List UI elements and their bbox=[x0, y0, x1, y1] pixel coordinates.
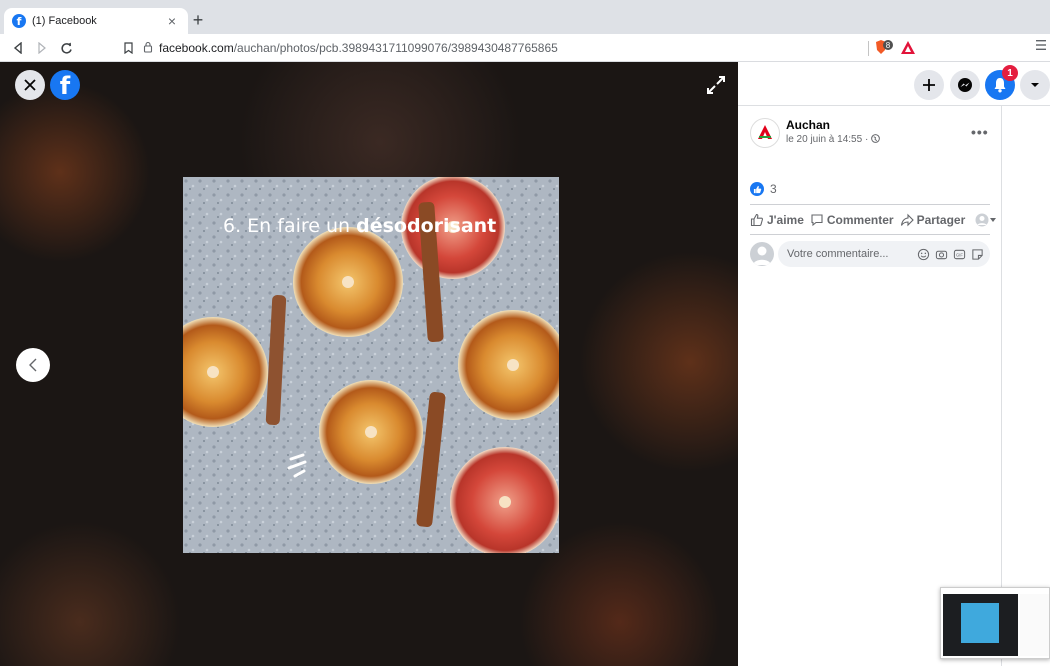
messenger-button[interactable] bbox=[950, 70, 980, 100]
new-tab-button[interactable]: + bbox=[190, 10, 206, 30]
like-reaction-icon bbox=[750, 182, 764, 196]
account-menu-button[interactable] bbox=[1020, 70, 1050, 100]
brave-badge: 8 bbox=[886, 41, 891, 50]
post-sidebar: Auchan le 20 juin à 14:55 · ••• 3 J'aime… bbox=[738, 62, 1050, 666]
camera-icon[interactable] bbox=[935, 248, 948, 261]
actions-divider bbox=[750, 234, 990, 235]
tab-facebook[interactable]: f (1) Facebook × bbox=[4, 8, 188, 34]
tab-strip: f (1) Facebook × + bbox=[0, 0, 1050, 34]
forward-button[interactable] bbox=[32, 38, 52, 58]
notification-count-badge: 1 bbox=[1002, 65, 1018, 81]
post-timestamp[interactable]: le 20 juin à 14:55 · bbox=[786, 134, 880, 145]
globe-icon bbox=[871, 134, 880, 143]
thumbnail-photo bbox=[961, 603, 999, 643]
reload-button[interactable] bbox=[56, 38, 76, 58]
reload-icon bbox=[60, 42, 72, 54]
comment-placeholder: Votre commentaire... bbox=[787, 248, 889, 260]
brave-rewards-button[interactable] bbox=[900, 40, 916, 56]
back-button[interactable] bbox=[8, 38, 28, 58]
comment-icon bbox=[811, 214, 823, 227]
thumbnail-sidebar bbox=[1020, 594, 1049, 656]
post-actions: J'aime Commenter Partager bbox=[750, 210, 997, 230]
hamburger-menu-icon bbox=[1036, 40, 1046, 50]
close-viewer-button[interactable] bbox=[15, 70, 45, 100]
auchan-avatar[interactable] bbox=[750, 118, 780, 148]
photo-viewer: f 6. En faire un désodorisant bbox=[0, 62, 738, 666]
comment-button[interactable]: Commenter bbox=[810, 213, 894, 227]
plus-icon bbox=[923, 79, 935, 91]
facebook-favicon-icon: f bbox=[12, 14, 26, 28]
bookmark-button[interactable] bbox=[118, 38, 138, 58]
browser-window: f (1) Facebook × + facebook.com/auchan/p… bbox=[0, 0, 1050, 666]
post-photo: 6. En faire un désodorisant bbox=[183, 177, 559, 553]
tab-close-icon[interactable]: × bbox=[164, 13, 180, 29]
close-icon bbox=[24, 79, 36, 91]
svg-text:GIF: GIF bbox=[956, 252, 963, 257]
react-as-selector[interactable] bbox=[975, 213, 997, 227]
comment-composer: Votre commentaire... GIF bbox=[750, 241, 990, 267]
like-label: J'aime bbox=[767, 213, 804, 227]
facebook-logo-icon[interactable]: f bbox=[50, 70, 80, 100]
share-label: Partager bbox=[916, 213, 966, 227]
brave-shields-button[interactable]: 8 bbox=[874, 39, 894, 57]
toolbar-separator bbox=[868, 41, 869, 56]
post-timestamp-text: le 20 juin à 14:55 · bbox=[786, 134, 872, 145]
create-button[interactable] bbox=[914, 70, 944, 100]
like-button[interactable]: J'aime bbox=[750, 213, 804, 227]
photo-caption-plain: 6. En faire un bbox=[223, 215, 357, 237]
photo-caption: 6. En faire un désodorisant bbox=[223, 215, 496, 237]
tab-title: (1) Facebook bbox=[32, 15, 97, 27]
comment-label: Commenter bbox=[826, 213, 894, 227]
caret-down-icon bbox=[1031, 83, 1039, 87]
forward-icon bbox=[38, 42, 46, 54]
share-arrow-icon bbox=[900, 213, 914, 227]
chevron-left-icon bbox=[29, 358, 37, 372]
post-header: Auchan le 20 juin à 14:55 · bbox=[750, 118, 990, 154]
page-name-link[interactable]: Auchan bbox=[786, 118, 830, 132]
fullscreen-button[interactable] bbox=[705, 74, 727, 96]
emoji-icon[interactable] bbox=[917, 248, 930, 261]
sticker-icon[interactable] bbox=[971, 248, 984, 261]
auchan-logo-icon bbox=[758, 125, 772, 139]
reaction-count: 3 bbox=[770, 182, 777, 196]
sidebar-divider bbox=[1001, 106, 1002, 666]
messenger-icon bbox=[958, 78, 972, 92]
user-avatar[interactable] bbox=[750, 242, 774, 266]
back-icon bbox=[13, 42, 22, 54]
thumbs-up-icon bbox=[750, 213, 763, 227]
screenshot-thumbnail[interactable] bbox=[940, 587, 1050, 659]
comment-input[interactable]: Votre commentaire... GIF bbox=[778, 241, 990, 267]
share-button[interactable]: Partager bbox=[900, 213, 966, 227]
address-bar[interactable]: facebook.com/auchan/photos/pcb.398943171… bbox=[143, 37, 923, 59]
url-path: /auchan/photos/pcb.3989431711099076/3989… bbox=[233, 41, 558, 55]
browser-menu-button[interactable] bbox=[1036, 39, 1046, 54]
previous-photo-button[interactable] bbox=[16, 348, 50, 382]
reactions-divider bbox=[750, 204, 990, 205]
avatar-caret-icon bbox=[975, 213, 997, 227]
expand-icon bbox=[707, 76, 725, 94]
gif-icon[interactable]: GIF bbox=[953, 248, 966, 261]
photo-caption-bold: désodorisant bbox=[356, 215, 497, 237]
brave-shield-icon: 8 bbox=[876, 40, 893, 54]
url-host: facebook.com bbox=[159, 41, 234, 55]
post-options-button[interactable]: ••• bbox=[971, 124, 989, 140]
rewards-triangle-icon bbox=[901, 41, 915, 54]
bookmark-icon bbox=[123, 42, 133, 54]
reaction-summary[interactable]: 3 bbox=[750, 182, 777, 196]
lock-icon bbox=[143, 41, 153, 56]
browser-toolbar: facebook.com/auchan/photos/pcb.398943171… bbox=[0, 34, 1050, 62]
